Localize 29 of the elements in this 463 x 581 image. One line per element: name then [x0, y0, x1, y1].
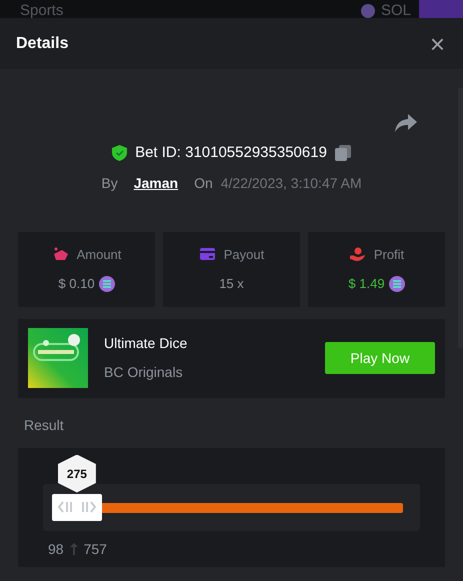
coin-icon [360, 4, 375, 18]
bet-id: Bet ID: 31010552935350619 [135, 143, 327, 163]
stat-label: Profit [374, 246, 404, 264]
slider-handle[interactable] [52, 494, 102, 520]
on-label: On [194, 174, 213, 192]
bet-time: 4/22/2023, 3:10:47 AM [220, 174, 362, 192]
stat-value: $ 0.10 [58, 275, 95, 293]
copy-icon [334, 145, 351, 162]
game-title: Ultimate Dice [104, 334, 188, 353]
play-now-button[interactable]: Play Now [325, 342, 435, 374]
close-button[interactable]: × [428, 30, 447, 56]
stat-label: Amount [76, 246, 122, 264]
nav-item[interactable]: Sports [20, 3, 64, 18]
shield-icon [112, 145, 128, 162]
range-min: 98 [48, 540, 64, 558]
copy-button[interactable] [334, 145, 351, 162]
by-label: By [101, 174, 118, 193]
range-max: 757 [84, 540, 107, 558]
stat-value: $ 1.49 [348, 275, 385, 293]
game-provider: BC Originals [104, 363, 184, 382]
grip-icon [56, 500, 97, 514]
share-icon [395, 114, 417, 132]
result-value: 275 [58, 454, 96, 492]
user-link[interactable]: Jaman [134, 172, 178, 194]
stat-label: Payout [224, 246, 264, 264]
dialog-title: Details [16, 34, 68, 54]
section-title: Result [24, 416, 65, 434]
stat-value: 15 x [219, 275, 244, 293]
currency-selector[interactable]: SOL [380, 3, 411, 18]
